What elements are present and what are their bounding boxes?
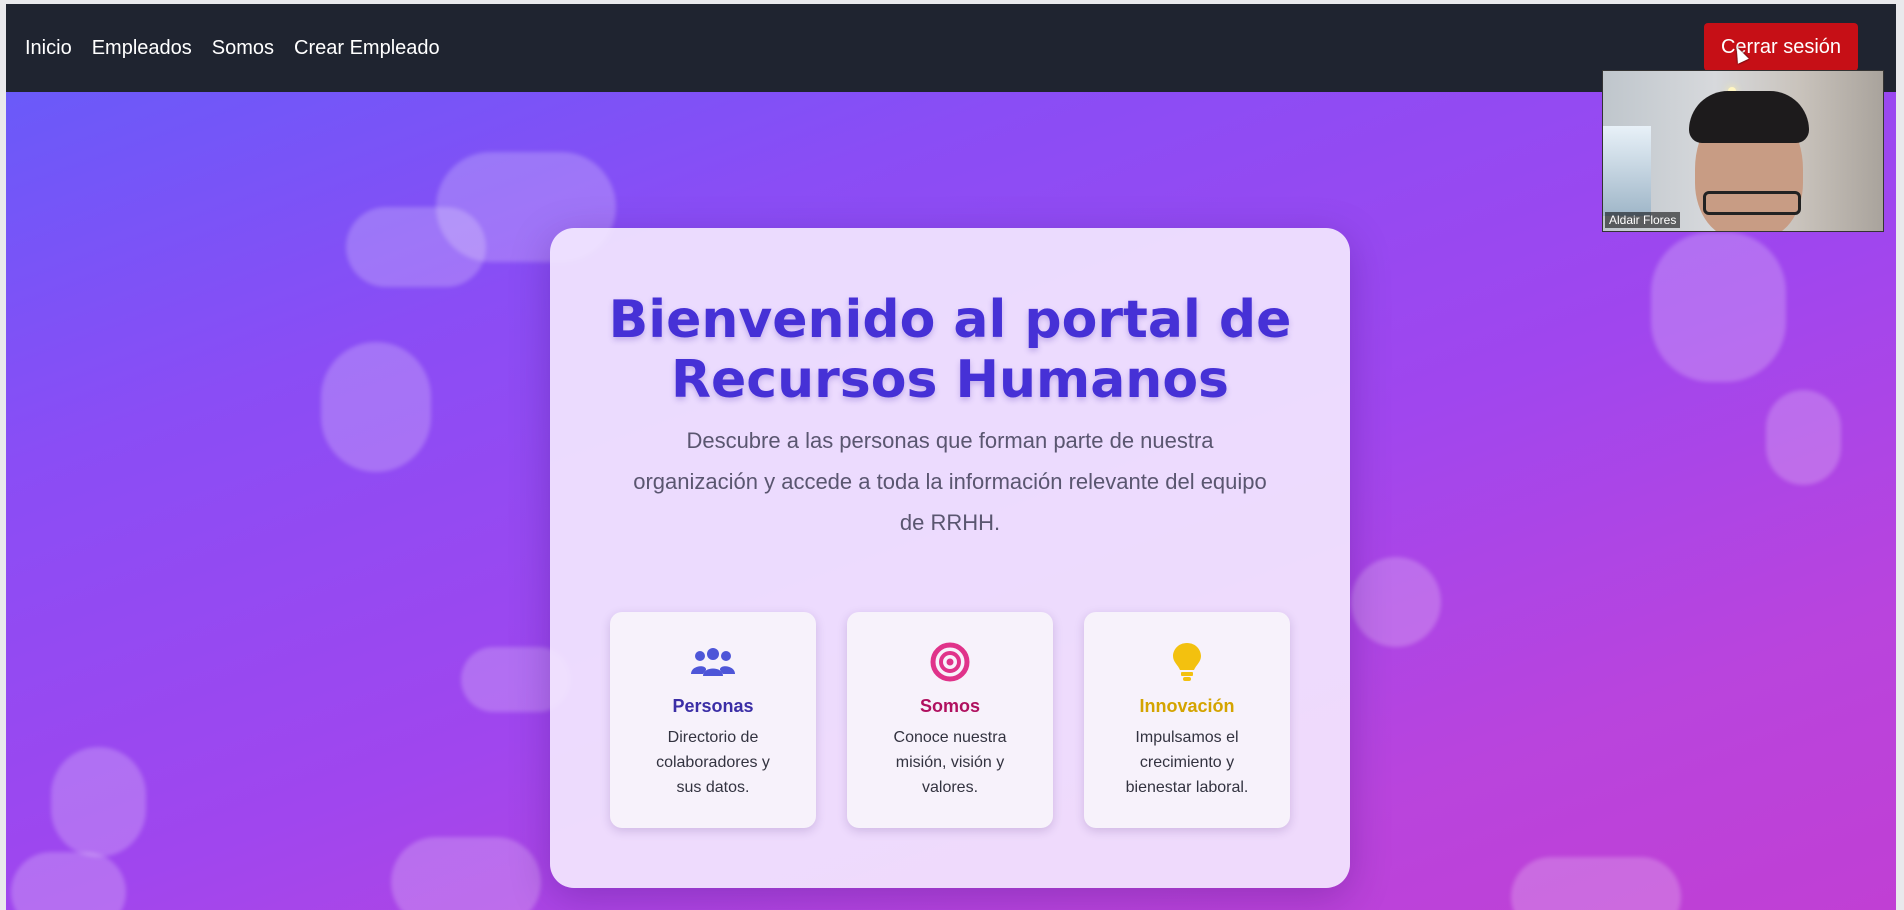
nav-link-inicio[interactable]: Inicio bbox=[25, 37, 72, 60]
feature-card-personas: Personas Directorio de colaboradores y s… bbox=[610, 612, 816, 828]
webcam-background-window bbox=[1603, 126, 1651, 216]
feature-text: Impulsamos el crecimiento y bienestar la… bbox=[1125, 729, 1249, 796]
browser-viewport: Inicio Empleados Somos Crear Empleado Ce… bbox=[6, 4, 1896, 910]
feature-card-somos: Somos Conoce nuestra misión, visión y va… bbox=[847, 612, 1053, 828]
feature-title: Innovación bbox=[1139, 696, 1235, 716]
webcam-participant-glasses bbox=[1703, 191, 1801, 215]
decorative-blob bbox=[346, 207, 486, 287]
page-title: Bienvenido al portal de Recursos Humanos bbox=[608, 290, 1292, 410]
participant-name-label: Aldair Flores bbox=[1605, 212, 1681, 228]
nav-link-somos[interactable]: Somos bbox=[212, 37, 274, 60]
decorative-blob bbox=[1651, 232, 1786, 382]
decorative-blob bbox=[1351, 557, 1441, 647]
nav-link-empleados[interactable]: Empleados bbox=[92, 37, 192, 60]
webcam-overlay: Aldair Flores bbox=[1602, 70, 1884, 232]
decorative-blob bbox=[391, 837, 541, 910]
feature-title: Personas bbox=[672, 696, 754, 716]
decorative-blob bbox=[321, 342, 431, 472]
feature-text: Conoce nuestra misión, visión y valores. bbox=[893, 729, 1007, 796]
decorative-blob bbox=[51, 747, 146, 857]
decorative-blob bbox=[1766, 390, 1841, 485]
decorative-blob bbox=[1511, 857, 1681, 910]
welcome-card: Bienvenido al portal de Recursos Humanos… bbox=[550, 228, 1350, 888]
target-icon bbox=[847, 642, 1053, 682]
nav-links: Inicio Empleados Somos Crear Empleado bbox=[25, 37, 440, 60]
decorative-blob bbox=[11, 852, 126, 910]
page-subtitle: Descubre a las personas que forman parte… bbox=[633, 428, 1267, 535]
feature-text: Directorio de colaboradores y sus datos. bbox=[656, 729, 770, 796]
logout-button[interactable]: Cerrar sesión bbox=[1704, 23, 1858, 71]
nav-link-crear-empleado[interactable]: Crear Empleado bbox=[294, 37, 440, 60]
feature-title: Somos bbox=[919, 696, 980, 716]
feature-cards: Personas Directorio de colaboradores y s… bbox=[610, 612, 1290, 828]
webcam-participant-hair bbox=[1689, 91, 1809, 143]
lightbulb-icon bbox=[1084, 642, 1290, 682]
feature-card-innovacion: Innovación Impulsamos el crecimiento y b… bbox=[1084, 612, 1290, 828]
users-icon bbox=[610, 642, 816, 682]
